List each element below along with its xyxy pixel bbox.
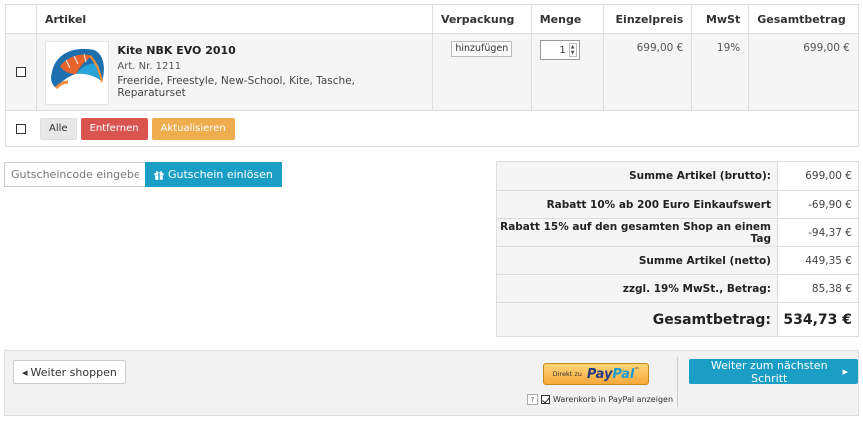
header-article: Artikel [35, 5, 432, 33]
paypal-direct-label: Direkt zu [552, 369, 582, 378]
summary-row: zzgl. 19% MwSt., Betrag: 85,38 € [497, 274, 858, 302]
update-button[interactable]: Aktualisieren [151, 117, 235, 140]
paypal-trademark: ™ [634, 366, 640, 373]
item-total: 699,00 € [748, 34, 858, 110]
summary-value-discount-15: -94,37 € [808, 226, 852, 239]
paypal-logo-pal: Pal [612, 366, 635, 382]
continue-shopping-button[interactable]: ◂ Weiter shoppen [13, 360, 126, 384]
grand-total-value: 534,73 € [783, 311, 852, 328]
header-vat: MwSt [691, 5, 748, 33]
gift-icon [154, 170, 164, 180]
header-select-column [6, 5, 36, 33]
summary-value-vat: 85,38 € [811, 282, 852, 295]
paypal-logo-pay: Pay [586, 366, 613, 382]
header-total: Gesamtbetrag [748, 5, 858, 33]
item-select-cell [6, 34, 36, 110]
coupon-form: Gutschein einlösen [4, 162, 282, 187]
cart-actions-row: Alle Entfernen Aktualisieren [6, 110, 858, 146]
summary-label-discount-10: Rabatt 10% ab 200 Euro Einkaufswert [497, 191, 778, 218]
item-name[interactable]: Kite NBK EVO 2010 [117, 44, 424, 57]
divider [677, 357, 678, 407]
summary-value-discount-10: -69,90 € [808, 198, 852, 211]
caret-left-icon: ◂ [22, 365, 28, 379]
redeem-coupon-button[interactable]: Gutschein einlösen [145, 162, 282, 187]
item-vat: 19% [691, 34, 748, 110]
select-all-checkbox[interactable] [16, 123, 26, 134]
quantity-stepper[interactable]: 1 ▲ ▼ [539, 40, 580, 60]
header-packaging: Verpackung [431, 5, 531, 33]
paypal-cart-checkbox-label[interactable]: Warenkorb in PayPal anzeigen [553, 395, 673, 404]
header-unit-price: Einzelpreis [602, 5, 692, 33]
paypal-logo: PayPal™ [587, 367, 639, 382]
paypal-cart-option: ? Warenkorb in PayPal anzeigen [527, 394, 673, 405]
order-summary: Summe Artikel (brutto): 699,00 € Rabatt … [496, 161, 859, 337]
paypal-cart-checkbox[interactable] [541, 395, 550, 404]
add-packaging-button[interactable]: hinzufügen [451, 41, 513, 57]
summary-label-gross: Summe Artikel (brutto): [497, 162, 778, 190]
header-quantity: Menge [530, 5, 603, 33]
caret-right-icon: ▸ [842, 365, 848, 378]
help-icon[interactable]: ? [527, 394, 538, 405]
grand-total-label: Gesamtbetrag: [497, 303, 778, 336]
cart-table-header: Artikel Verpackung Menge Einzelpreis MwS… [6, 5, 858, 33]
item-unit-price: 699,00 € [602, 34, 692, 110]
continue-shopping-label: Weiter shoppen [30, 365, 117, 379]
checkout-bar: ◂ Weiter shoppen Direkt zu PayPal™ ? War… [4, 350, 859, 416]
summary-row: Summe Artikel (netto) 449,35 € [497, 246, 858, 274]
spin-down-icon[interactable]: ▼ [570, 50, 576, 56]
paypal-express-button[interactable]: Direkt zu PayPal™ [543, 363, 649, 385]
select-all-button[interactable]: Alle [40, 117, 77, 140]
remove-button[interactable]: Entfernen [80, 117, 148, 140]
summary-label-vat: zzgl. 19% MwSt., Betrag: [497, 275, 778, 302]
summary-row: Summe Artikel (brutto): 699,00 € [497, 162, 858, 190]
item-article-number: Art. Nr. 1211 [117, 61, 182, 72]
item-info: Kite NBK EVO 2010 Art. Nr. 1211 Freeride… [117, 41, 424, 110]
summary-label-discount-15: Rabatt 15% auf den gesamten Shop an eine… [497, 219, 778, 246]
cart-item-row: Kite NBK EVO 2010 Art. Nr. 1211 Freeride… [6, 33, 858, 110]
next-step-label: Weiter zum nächsten Schritt [710, 358, 828, 385]
summary-row: Rabatt 15% auf den gesamten Shop an eine… [497, 218, 858, 246]
quantity-value: 1 [559, 44, 566, 56]
summary-value-net: 449,35 € [805, 254, 852, 267]
summary-row-grand-total: Gesamtbetrag: 534,73 € [497, 302, 858, 336]
kite-image-icon [51, 48, 104, 90]
redeem-coupon-label: Gutschein einlösen [168, 168, 273, 181]
select-all-cell [6, 111, 36, 146]
cart-table: Artikel Verpackung Menge Einzelpreis MwS… [5, 4, 859, 147]
item-packaging-cell: hinzufügen [431, 34, 531, 110]
coupon-input[interactable] [4, 162, 145, 187]
summary-value-gross: 699,00 € [805, 170, 852, 182]
item-article-cell: Kite NBK EVO 2010 Art. Nr. 1211 Freeride… [35, 34, 432, 110]
item-select-checkbox[interactable] [15, 67, 26, 77]
cart-actions: Alle Entfernen Aktualisieren [36, 111, 235, 146]
summary-row: Rabatt 10% ab 200 Euro Einkaufswert -69,… [497, 190, 858, 218]
next-step-button[interactable]: Weiter zum nächsten Schritt ▸ [689, 358, 858, 385]
quantity-spin-buttons[interactable]: ▲ ▼ [568, 43, 577, 57]
product-image[interactable] [44, 41, 110, 105]
item-tags: Freeride, Freestyle, New-School, Kite, T… [117, 75, 355, 99]
summary-label-net: Summe Artikel (netto) [497, 247, 778, 274]
item-quantity-cell: 1 ▲ ▼ [530, 34, 603, 110]
